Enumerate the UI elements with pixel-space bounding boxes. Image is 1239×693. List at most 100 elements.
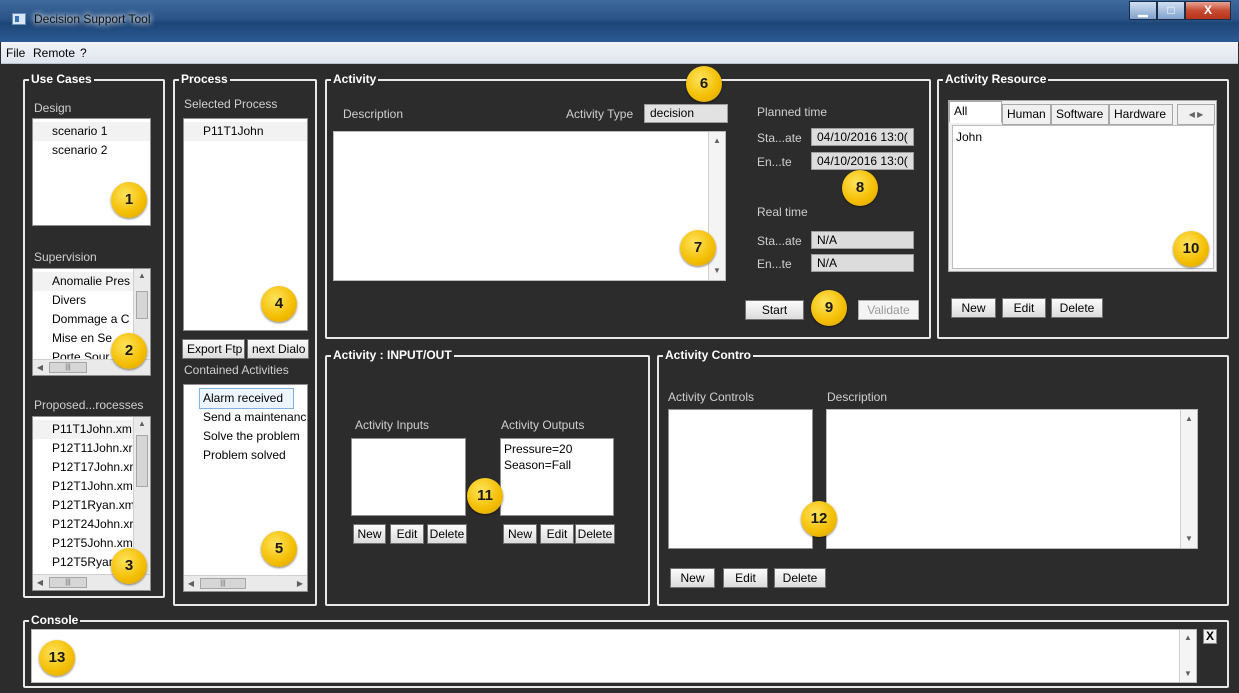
tab-all[interactable]: All xyxy=(949,101,1002,123)
activity-description-label: Description xyxy=(343,107,404,121)
control-delete-button[interactable]: Delete xyxy=(774,568,826,588)
list-item[interactable]: Divers xyxy=(33,291,135,310)
callout-badge-12: 12 xyxy=(801,501,837,537)
tab-scroll-arrows[interactable]: ◀ ▶ xyxy=(1177,104,1215,125)
scroll-left-icon[interactable]: ◀ xyxy=(33,575,47,590)
list-item[interactable]: Alarm received xyxy=(199,388,294,409)
outputs-delete-button[interactable]: Delete xyxy=(575,524,615,544)
tab-software[interactable]: Software xyxy=(1051,104,1109,125)
scroll-down-icon[interactable]: ▼ xyxy=(1181,532,1197,546)
control-description-vscroll[interactable]: ▲ ▼ xyxy=(1180,410,1197,548)
scroll-thumb[interactable]: ||| xyxy=(49,577,87,588)
list-item[interactable]: P12T11John.xr xyxy=(33,439,135,458)
activity-resource-title: Activity Resource xyxy=(943,72,1049,86)
inputs-edit-button[interactable]: Edit xyxy=(390,524,424,544)
process-title: Process xyxy=(179,72,230,86)
console-output[interactable]: ▲ ▼ xyxy=(31,629,1197,683)
export-ftp-button[interactable]: Export Ftp xyxy=(182,339,245,359)
scroll-up-icon[interactable]: ▲ xyxy=(1180,631,1196,645)
list-item[interactable]: Pressure=20 xyxy=(501,441,613,457)
scroll-up-icon[interactable]: ▲ xyxy=(134,269,150,283)
callout-badge-5: 5 xyxy=(261,531,297,567)
selected-process-label: Selected Process xyxy=(184,97,278,111)
minimize-button[interactable]: ▁ xyxy=(1129,1,1157,20)
scroll-thumb[interactable]: ||| xyxy=(200,578,246,589)
control-description-textarea[interactable]: ▲ ▼ xyxy=(826,409,1198,549)
tab-human[interactable]: Human xyxy=(1002,104,1051,125)
planned-start-field[interactable]: 04/10/2016 13:0( xyxy=(811,128,914,146)
scroll-left-icon[interactable]: ◀ xyxy=(184,576,198,591)
outputs-edit-button[interactable]: Edit xyxy=(540,524,574,544)
list-item[interactable]: Dommage a C xyxy=(33,310,135,329)
list-item[interactable]: P12T24John.xr xyxy=(33,515,135,534)
resource-edit-button[interactable]: Edit xyxy=(1002,298,1046,318)
real-end-field[interactable]: N/A xyxy=(811,254,914,272)
maximize-button[interactable]: □ xyxy=(1157,1,1185,20)
inputs-new-button[interactable]: New xyxy=(353,524,386,544)
scroll-up-icon[interactable]: ▲ xyxy=(134,417,150,431)
list-item[interactable]: P12T1John.xm xyxy=(33,477,135,496)
callout-badge-6: 6 xyxy=(686,66,722,102)
activities-hscroll[interactable]: ◀ ||| ▶ xyxy=(184,575,307,591)
list-item[interactable]: Season=Fall xyxy=(501,457,613,473)
console-vscroll[interactable]: ▲ ▼ xyxy=(1179,630,1196,682)
list-item[interactable]: P11T1John.xm xyxy=(33,420,135,439)
list-item[interactable]: scenario 1 xyxy=(33,122,150,141)
tab-hardware[interactable]: Hardware xyxy=(1109,104,1173,125)
scroll-up-icon[interactable]: ▲ xyxy=(1181,412,1197,426)
menu-remote[interactable]: Remote xyxy=(33,46,75,60)
window-controls: ▁ □ X xyxy=(1129,1,1231,20)
callout-badge-1: 1 xyxy=(111,182,147,218)
activity-io-title: Activity : INPUT/OUT xyxy=(331,348,454,362)
callout-badge-9: 9 xyxy=(811,290,847,326)
resource-delete-button[interactable]: Delete xyxy=(1051,298,1103,318)
list-item[interactable]: P11T1John xyxy=(184,122,307,141)
menu-help[interactable]: ? xyxy=(80,46,87,60)
activity-description-textarea[interactable]: ▲ ▼ xyxy=(333,131,726,281)
control-description-label: Description xyxy=(827,390,888,404)
scroll-down-icon[interactable]: ▼ xyxy=(1180,667,1196,681)
close-button[interactable]: X xyxy=(1185,1,1231,20)
callout-badge-13: 13 xyxy=(39,640,75,676)
control-edit-button[interactable]: Edit xyxy=(723,568,768,588)
activity-inputs-list[interactable] xyxy=(351,438,466,516)
scroll-up-icon[interactable]: ▲ xyxy=(709,134,725,148)
list-item[interactable]: John xyxy=(953,128,1213,147)
activity-outputs-label: Activity Outputs xyxy=(501,418,585,432)
supervision-label: Supervision xyxy=(34,250,97,264)
activity-controls-list[interactable] xyxy=(668,409,813,549)
console-close-button[interactable]: X xyxy=(1203,629,1217,644)
start-button[interactable]: Start xyxy=(745,300,804,320)
list-item[interactable]: P12T1Ryan.xm xyxy=(33,496,135,515)
callout-badge-3: 3 xyxy=(111,548,147,584)
activity-outputs-list[interactable]: Pressure=20 Season=Fall xyxy=(500,438,614,516)
next-dialog-button[interactable]: next Dialo xyxy=(247,339,309,359)
list-item[interactable]: Send a maintenanc xyxy=(184,408,307,427)
resource-new-button[interactable]: New xyxy=(951,298,996,318)
activity-type-field[interactable]: decision xyxy=(644,104,728,123)
activity-title: Activity xyxy=(331,72,379,86)
scroll-down-icon[interactable]: ▼ xyxy=(709,264,725,278)
inputs-delete-button[interactable]: Delete xyxy=(427,524,467,544)
real-end-label: En...te xyxy=(757,257,792,271)
scroll-thumb[interactable] xyxy=(136,291,148,319)
list-item[interactable]: Solve the problem xyxy=(184,427,307,446)
real-time-label: Real time xyxy=(757,205,808,219)
console-title: Console xyxy=(29,613,81,627)
scroll-thumb[interactable]: ||| xyxy=(49,362,87,373)
control-new-button[interactable]: New xyxy=(670,568,715,588)
scroll-left-icon[interactable]: ◀ xyxy=(33,360,47,375)
app-icon xyxy=(12,13,26,25)
list-item[interactable]: scenario 2 xyxy=(33,141,150,160)
validate-button[interactable]: Validate xyxy=(858,300,919,320)
design-label: Design xyxy=(34,101,72,115)
scroll-thumb[interactable] xyxy=(136,435,148,487)
outputs-new-button[interactable]: New xyxy=(503,524,537,544)
real-start-field[interactable]: N/A xyxy=(811,231,914,249)
scroll-right-icon[interactable]: ▶ xyxy=(293,576,307,591)
list-item[interactable]: Problem solved xyxy=(184,446,307,465)
list-item[interactable]: Anomalie Pres xyxy=(33,272,135,291)
planned-end-field[interactable]: 04/10/2016 13:0( xyxy=(811,152,914,170)
menu-file[interactable]: File xyxy=(6,46,25,60)
list-item[interactable]: P12T17John.xr xyxy=(33,458,135,477)
